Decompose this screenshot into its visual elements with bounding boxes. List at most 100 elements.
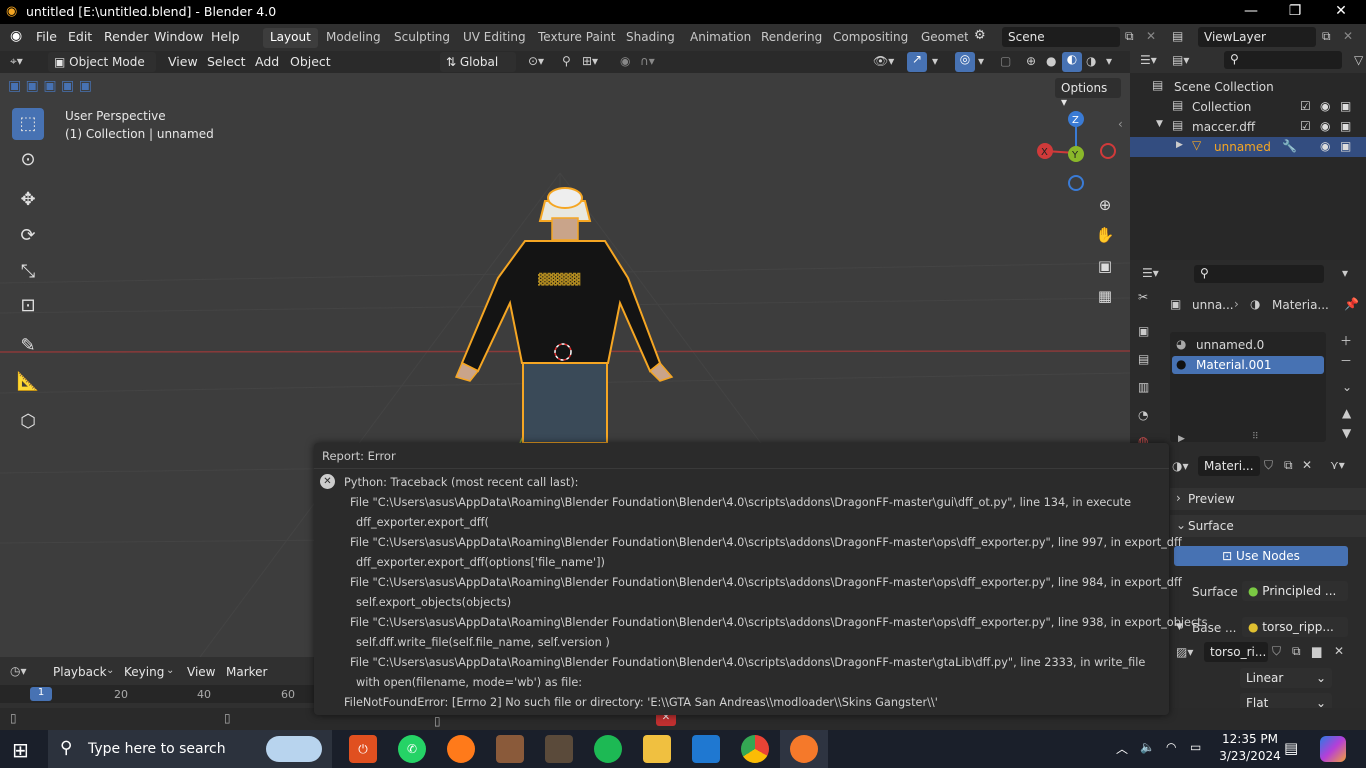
render-camera-icon[interactable]: ▣ [1340, 139, 1351, 153]
new-view-layer-icon[interactable]: ⧉ [1322, 29, 1331, 44]
visibility-icon[interactable]: 👁▾ [873, 54, 894, 68]
render-tab-icon[interactable]: ▣ [1138, 324, 1149, 338]
outliner-search[interactable]: ⚲ [1224, 51, 1342, 69]
outliner-row-unnamed[interactable]: ▶ ▽ unnamed 🔧 ◉ ▣ [1130, 137, 1366, 157]
maximize-button[interactable]: ❐ [1272, 0, 1318, 24]
interpolation-dropdown[interactable]: Linear ⌄ [1240, 668, 1332, 688]
viewport-menu-view[interactable]: View [168, 54, 198, 69]
game-app-icon[interactable] [496, 735, 524, 763]
unlink-image-icon[interactable]: ✕ [1334, 644, 1344, 658]
duplicate-image-icon[interactable]: ⧉ [1292, 644, 1301, 659]
unlink-material-icon[interactable]: ✕ [1302, 458, 1312, 472]
rendered-shading-icon[interactable]: ◑ [1086, 54, 1096, 68]
wireframe-shading-icon[interactable]: ⊕ [1026, 54, 1036, 68]
select-box-tool-icon[interactable]: ⬚ [12, 108, 44, 140]
ortho-grid-icon[interactable]: ▦ [1092, 283, 1118, 309]
gizmo-dropdown-icon[interactable]: ▾ [932, 54, 938, 68]
notifications-icon[interactable]: ▤ [1284, 739, 1298, 757]
eye-icon[interactable]: ◉ [1320, 99, 1330, 113]
view-layer-icon[interactable]: ▤ [1172, 29, 1183, 43]
material-slot-row[interactable]: ◕ unnamed.0 [1172, 336, 1324, 354]
properties-editor-icon[interactable]: ☰▾ [1142, 266, 1159, 280]
file-explorer-icon[interactable] [643, 735, 671, 763]
material-slot-row-selected[interactable]: ● Material.001 [1172, 356, 1324, 374]
render-camera-icon[interactable]: ▣ [1340, 119, 1351, 133]
shading-dropdown-icon[interactable]: ▾ [1106, 54, 1112, 68]
selection-mode-icons[interactable]: ▣ ▣ ▣ ▣ ▣ [8, 78, 98, 98]
overlay-toggle-icon[interactable]: ◎ [955, 52, 975, 72]
tab-geometry-nodes[interactable]: Geomet [914, 28, 968, 48]
viewport-menu-select[interactable]: Select [207, 54, 246, 69]
copilot-icon[interactable] [1320, 736, 1346, 762]
exclude-checkbox-icon[interactable]: ☑ [1300, 119, 1311, 133]
proportional-edit-icon[interactable]: ◉ [620, 54, 630, 68]
solid-shading-icon[interactable]: ● [1046, 54, 1056, 68]
editor-type-icon[interactable]: ⌖▾ [10, 54, 23, 69]
filter-icon[interactable]: ▽ [1354, 53, 1363, 67]
annotate-tool-icon[interactable]: ✎ [12, 330, 44, 362]
scene-selector[interactable]: Scene [1002, 27, 1120, 47]
taskbar-search[interactable]: ⚲ Type here to search [48, 730, 332, 768]
add-cube-tool-icon[interactable]: ⬡ [12, 406, 44, 438]
rotate-tool-icon[interactable]: ⟳ [12, 220, 44, 252]
outliner-row-scene-collection[interactable]: ▤ Scene Collection [1130, 77, 1366, 97]
overlay-dropdown-icon[interactable]: ▾ [978, 54, 984, 68]
view-layer-selector[interactable]: ViewLayer [1198, 27, 1316, 47]
tab-compositing[interactable]: Compositing [826, 28, 915, 48]
measure-tool-icon[interactable]: 📐 [12, 366, 44, 398]
power-app-icon[interactable]: ⏻ [349, 735, 377, 763]
battery-icon[interactable]: ▭ [1190, 740, 1201, 754]
blender-menu-icon[interactable]: ◉ [10, 28, 22, 44]
timeline-menu-marker[interactable]: Marker [226, 665, 267, 679]
tab-shading[interactable]: Shading [619, 28, 682, 48]
menu-help[interactable]: Help [211, 29, 240, 44]
camera-icon[interactable]: ▣ [1092, 253, 1118, 279]
timeline-editor-icon[interactable]: ◷▾ [10, 664, 27, 678]
blender-taskbar-item[interactable] [780, 730, 828, 768]
scale-tool-icon[interactable]: ⤡ [12, 256, 44, 288]
view-layer-tab-icon[interactable]: ▥ [1138, 380, 1149, 394]
clock-time[interactable]: 12:35 PM [1218, 732, 1282, 746]
chrome-icon[interactable] [741, 735, 769, 763]
volume-icon[interactable]: 🔈 [1140, 740, 1155, 754]
display-mode-icon[interactable]: ▤▾ [1172, 53, 1189, 67]
scene-tab-icon[interactable]: ◔ [1138, 408, 1148, 422]
windows-start-icon[interactable]: ⊞ [12, 738, 29, 762]
slot-specials-icon[interactable]: ⌄ [1342, 380, 1352, 394]
navigation-gizmo[interactable]: Z X Y [1033, 109, 1123, 199]
error-report-dialog[interactable]: Report: Error ✕ Python: Traceback (most … [314, 443, 1208, 715]
zoom-icon[interactable]: ⊕ [1092, 192, 1118, 218]
whatsapp-icon[interactable]: ✆ [398, 735, 426, 763]
use-nodes-button[interactable]: ⊡ Use Nodes [1174, 546, 1348, 566]
eye-icon[interactable]: ◉ [1320, 119, 1330, 133]
move-down-icon[interactable]: ▼ [1342, 426, 1351, 440]
expand-arrow-icon[interactable]: ▼ [1156, 119, 1163, 129]
properties-search[interactable]: ⚲ [1194, 265, 1324, 283]
minimize-button[interactable]: — [1228, 0, 1274, 24]
delete-scene-icon[interactable]: ✕ [1146, 29, 1156, 43]
game-app-2-icon[interactable] [545, 735, 573, 763]
open-image-folder-icon[interactable]: ▆ [1312, 644, 1321, 658]
pivot-icon[interactable]: ⊙▾ [528, 54, 544, 68]
image-name-field[interactable]: torso_ri... [1204, 642, 1268, 662]
options-dropdown[interactable]: Options ▾ [1055, 78, 1121, 109]
snap-target-icon[interactable]: ⊞▾ [582, 54, 598, 68]
surface-shader-field[interactable]: ● Principled ... [1242, 581, 1348, 601]
menu-render[interactable]: Render [104, 29, 149, 44]
resize-handle-icon[interactable]: ⠿ [1252, 432, 1259, 442]
menu-edit[interactable]: Edit [68, 29, 92, 44]
tab-animation[interactable]: Animation [683, 28, 758, 48]
render-camera-icon[interactable]: ▣ [1340, 99, 1351, 113]
pan-hand-icon[interactable]: ✋ [1092, 222, 1118, 248]
material-browse-icon[interactable]: ◑▾ [1172, 459, 1189, 473]
tool-tab-icon[interactable]: ✂ [1138, 290, 1148, 304]
output-tab-icon[interactable]: ▤ [1138, 352, 1149, 366]
surface-panel-header[interactable]: ⌄ Surface [1170, 515, 1366, 537]
viewport-menu-object[interactable]: Object [290, 54, 331, 69]
scene-icon[interactable]: ⚙ [974, 28, 986, 43]
close-button[interactable]: ✕ [1318, 0, 1364, 24]
transform-tool-icon[interactable]: ⊡ [12, 290, 44, 322]
falloff-icon[interactable]: ∩▾ [640, 54, 655, 68]
viewport-menu-add[interactable]: Add [255, 54, 279, 69]
timeline-menu-playback[interactable]: Playback [53, 665, 107, 679]
